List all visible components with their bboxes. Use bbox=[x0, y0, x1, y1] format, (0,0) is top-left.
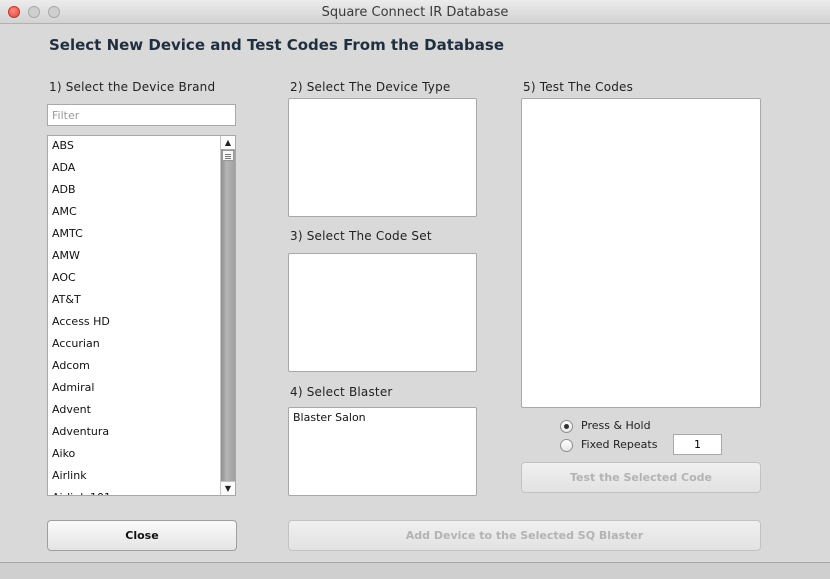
code-set-section-label: 3) Select The Code Set bbox=[290, 229, 432, 243]
brand-list-item[interactable]: Accurian bbox=[48, 334, 220, 356]
test-codes-section-label: 5) Test The Codes bbox=[523, 80, 634, 94]
brand-list-item[interactable]: Advent bbox=[48, 400, 220, 422]
brand-list-item[interactable]: ADA bbox=[48, 158, 220, 180]
code-set-list[interactable] bbox=[288, 253, 477, 372]
fixed-repeats-radio[interactable] bbox=[560, 439, 573, 452]
grip-line-icon bbox=[225, 156, 231, 157]
blaster-list[interactable]: Blaster Salon bbox=[288, 407, 477, 496]
press-hold-label: Press & Hold bbox=[581, 419, 651, 432]
brand-list-item[interactable]: Access HD bbox=[48, 312, 220, 334]
brand-list-item[interactable]: ADB bbox=[48, 180, 220, 202]
window-titlebar: Square Connect IR Database bbox=[0, 0, 830, 24]
brand-list-item[interactable]: AOC bbox=[48, 268, 220, 290]
grip-line-icon bbox=[225, 154, 231, 155]
window-bottom-edge bbox=[0, 562, 830, 579]
brand-list[interactable]: ABS ADA ADB AMC AMTC AMW AOC AT&T Access HD Accur… bbox=[47, 135, 236, 496]
device-type-list[interactable] bbox=[288, 98, 477, 217]
blaster-list-item[interactable]: Blaster Salon bbox=[289, 408, 476, 427]
brand-list-item[interactable]: Airlink bbox=[48, 466, 220, 488]
brand-section-label: 1) Select the Device Brand bbox=[49, 80, 216, 94]
brand-list-item[interactable]: AMW bbox=[48, 246, 220, 268]
scroll-track[interactable] bbox=[221, 149, 235, 482]
press-hold-radio[interactable] bbox=[560, 420, 573, 433]
test-code-button[interactable]: Test the Selected Code bbox=[521, 462, 761, 493]
fixed-repeats-label: Fixed Repeats bbox=[581, 438, 658, 451]
window-title: Square Connect IR Database bbox=[321, 5, 509, 20]
brand-list-items: ABS ADA ADB AMC AMTC AMW AOC AT&T Access HD Accur… bbox=[48, 136, 220, 495]
brand-list-item[interactable]: Adventura bbox=[48, 422, 220, 444]
brand-list-item[interactable]: Aiko bbox=[48, 444, 220, 466]
brand-list-item[interactable]: AMTC bbox=[48, 224, 220, 246]
scroll-thumb[interactable] bbox=[222, 150, 234, 161]
brand-list-item[interactable]: Admiral bbox=[48, 378, 220, 400]
brand-filter-input[interactable] bbox=[47, 104, 236, 126]
add-device-button[interactable]: Add Device to the Selected SQ Blaster bbox=[288, 520, 761, 551]
close-button[interactable]: Close bbox=[47, 520, 237, 551]
brand-list-item[interactable]: AT&T bbox=[48, 290, 220, 312]
brand-list-item[interactable]: ABS bbox=[48, 136, 220, 158]
brand-list-item[interactable]: AMC bbox=[48, 202, 220, 224]
test-codes-list[interactable] bbox=[521, 98, 761, 408]
device-type-section-label: 2) Select The Device Type bbox=[290, 80, 451, 94]
scroll-down-arrow-icon[interactable]: ▼ bbox=[221, 481, 235, 495]
blaster-section-label: 4) Select Blaster bbox=[290, 385, 393, 399]
page-heading: Select New Device and Test Codes From th… bbox=[49, 36, 504, 54]
radio-selected-dot-icon bbox=[564, 424, 569, 429]
brand-list-item[interactable]: Adcom bbox=[48, 356, 220, 378]
repeat-count-input[interactable] bbox=[673, 434, 722, 455]
brand-list-scrollbar[interactable]: ▲ ▼ bbox=[220, 136, 235, 495]
brand-list-item[interactable]: Airlink 101 bbox=[48, 488, 220, 495]
grip-line-icon bbox=[225, 158, 231, 159]
scroll-up-arrow-icon[interactable]: ▲ bbox=[221, 136, 235, 150]
